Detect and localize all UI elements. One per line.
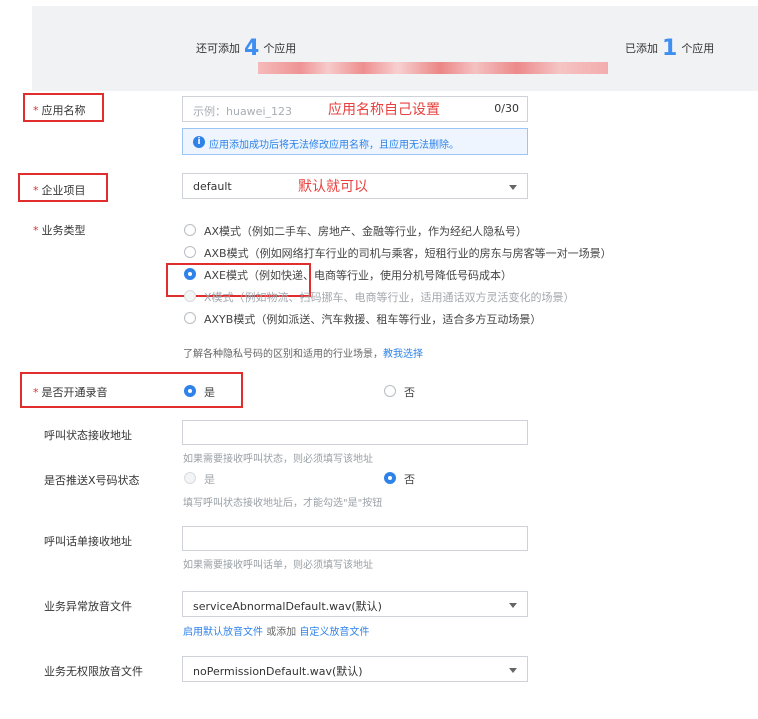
call-bill-url-hint: 如果需要接收呼叫话单，则必须填写该地址: [183, 560, 373, 571]
annotation-project: 默认就可以: [298, 179, 368, 195]
business-type-radio[interactable]: [184, 224, 196, 236]
push-x-no-radio[interactable]: [384, 472, 396, 484]
app-name-label: * 应用名称: [33, 104, 86, 117]
no-permission-audio-select[interactable]: noPermissionDefault.wav(默认): [182, 656, 528, 682]
remaining-prefix: 还可添加: [196, 42, 240, 55]
app-name-counter: 0/30: [494, 102, 519, 115]
app-name-info-text: 应用添加成功后将无法修改应用名称，且应用无法删除。: [209, 140, 459, 151]
help-choose-link[interactable]: 教我选择: [383, 349, 423, 360]
chevron-down-icon: [509, 185, 517, 190]
push-x-yes-radio[interactable]: [184, 472, 196, 484]
recording-no-label[interactable]: 否: [404, 384, 415, 400]
added-suffix: 个应用: [681, 42, 715, 55]
push-x-status-hint: 填写呼叫状态接收地址后，才能勾选"是"按钮: [183, 498, 383, 509]
recording-no-radio[interactable]: [384, 385, 396, 397]
recording-yes-label[interactable]: 是: [204, 384, 215, 400]
custom-audio-link[interactable]: 自定义放音文件: [299, 627, 369, 638]
business-type-radio[interactable]: [184, 312, 196, 324]
remaining-count: 4: [244, 36, 260, 61]
business-type-option-label[interactable]: AXE模式（例如快递、电商等行业，使用分机号降低号码成本）: [204, 267, 512, 283]
call-status-url-input[interactable]: [182, 420, 528, 445]
abnormal-audio-label: 业务异常放音文件: [44, 600, 132, 613]
push-x-status-label: 是否推送X号码状态: [44, 474, 140, 487]
enable-default-audio-link[interactable]: 启用默认放音文件: [183, 627, 263, 638]
business-type-label: * 业务类型: [33, 224, 86, 237]
app-name-info: i 应用添加成功后将无法修改应用名称，且应用无法删除。: [182, 128, 528, 155]
no-permission-audio-value: noPermissionDefault.wav(默认): [193, 665, 363, 678]
abnormal-audio-value: serviceAbnormalDefault.wav(默认): [193, 600, 382, 613]
remaining-apps: 还可添加 4 个应用: [196, 36, 296, 61]
push-x-yes-label[interactable]: 是: [204, 471, 215, 487]
business-type-option-label[interactable]: AXB模式（例如网络打车行业的司机与乘客，短租行业的房东与房客等一对一场景）: [204, 245, 612, 261]
project-value: default: [193, 180, 232, 193]
annotation-app-name: 应用名称自己设置: [328, 102, 440, 118]
business-type-radio[interactable]: [184, 268, 196, 280]
business-type-option-label[interactable]: AXYB模式（例如派送、汽车救援、租车等行业，适合多方互动场景）: [204, 311, 541, 327]
info-icon: i: [193, 136, 205, 148]
abnormal-audio-links: 启用默认放音文件 或添加 自定义放音文件: [183, 623, 369, 638]
call-bill-url-label: 呼叫话单接收地址: [44, 535, 132, 548]
redaction-mark: [258, 62, 608, 74]
call-status-url-hint: 如果需要接收呼叫状态，则必须填写该地址: [183, 454, 373, 465]
abnormal-audio-select[interactable]: serviceAbnormalDefault.wav(默认): [182, 591, 528, 617]
business-type-radio[interactable]: [184, 290, 196, 302]
business-type-option-label[interactable]: AX模式（例如二手车、房地产、金融等行业，作为经纪人隐私号）: [204, 223, 527, 239]
business-type-radio[interactable]: [184, 246, 196, 258]
business-type-help-text: 了解各种隐私号码的区别和适用的行业场景，: [183, 349, 383, 360]
remaining-suffix: 个应用: [263, 42, 297, 55]
project-label: * 企业项目: [33, 184, 86, 197]
business-type-help: 了解各种隐私号码的区别和适用的行业场景，教我选择: [183, 345, 423, 360]
recording-label: * 是否开通录音: [33, 386, 108, 399]
recording-yes-radio[interactable]: [184, 385, 196, 397]
added-prefix: 已添加: [625, 42, 658, 55]
audio-or-text: 或添加: [266, 627, 297, 638]
business-type-option-label[interactable]: X模式（例如物流、扫码挪车、电商等行业，适用通话双方灵活变化的场景）: [204, 289, 575, 305]
call-status-url-label: 呼叫状态接收地址: [44, 429, 132, 442]
push-x-no-label[interactable]: 否: [404, 471, 415, 487]
chevron-down-icon: [509, 603, 517, 608]
added-apps: 已添加 1 个应用: [625, 36, 714, 61]
app-name-placeholder: 示例：huawei_123: [193, 105, 292, 118]
chevron-down-icon: [509, 668, 517, 673]
added-count: 1: [662, 36, 678, 61]
call-bill-url-input[interactable]: [182, 526, 528, 551]
no-permission-audio-label: 业务无权限放音文件: [44, 665, 143, 678]
